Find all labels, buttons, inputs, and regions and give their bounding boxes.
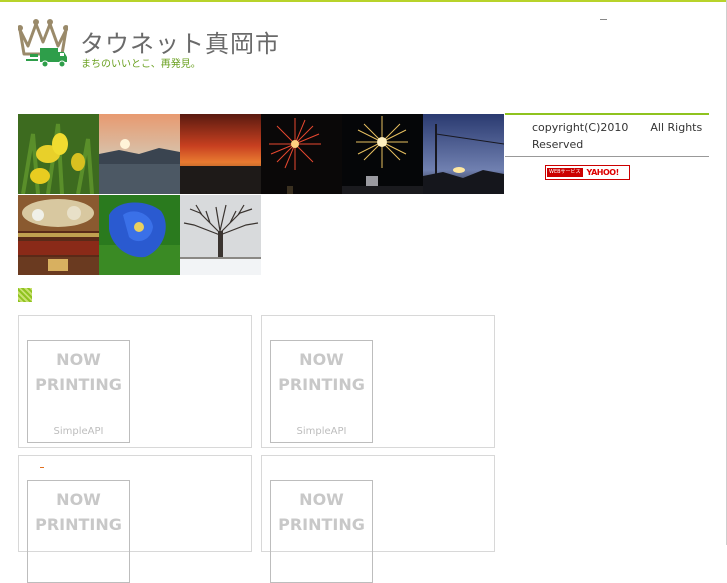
divider (40, 467, 44, 468)
all-rights-text: All Rights (650, 121, 703, 134)
sidebar-bottom-rule (505, 156, 709, 157)
printing-label: PRINTING (278, 515, 365, 534)
copyright-notice: copyright(C)2010 All Rights Reserved (505, 115, 709, 155)
now-label: NOW (299, 350, 344, 369)
printing-label: PRINTING (35, 515, 122, 534)
yahoo-webservice-badge[interactable]: WEBサービス YAHOO! (545, 165, 630, 180)
yahoo-logo: YAHOO! (586, 168, 620, 177)
simpleapi-caption: SimpleAPI (53, 426, 104, 437)
fireworks-gold-photo[interactable] (342, 114, 423, 194)
now-label: NOW (56, 490, 101, 509)
reserved-text: Reserved (532, 138, 584, 151)
section-square-icon (18, 288, 32, 302)
fireworks-red-photo[interactable] (261, 114, 342, 194)
site-title[interactable]: タウネット真岡市 (80, 24, 280, 59)
iris-flower-photo[interactable] (18, 114, 99, 194)
top-accent-line (0, 0, 727, 2)
product-card[interactable]: NOW PRINTING SimpleAPI (261, 315, 495, 448)
printing-label: PRINTING (35, 375, 122, 394)
now-printing-thumbnail[interactable]: NOW PRINTING (270, 480, 373, 583)
copyright-year: copyright(C)2010 (532, 121, 629, 134)
printing-label: PRINTING (278, 375, 365, 394)
right-sidebar: copyright(C)2010 All Rights Reserved WEBサ… (505, 113, 709, 180)
winter-tree-photo[interactable] (180, 195, 261, 275)
sunset-photo[interactable] (99, 114, 180, 194)
festival-float-photo[interactable] (18, 195, 99, 275)
now-printing-thumbnail[interactable]: NOW PRINTING (27, 480, 130, 583)
blue-poppy-photo[interactable] (99, 195, 180, 275)
site-tagline: まちのいいとこ、再発見。 (81, 59, 201, 70)
divider (600, 19, 607, 20)
now-printing-thumbnail[interactable]: NOW PRINTING SimpleAPI (27, 340, 130, 443)
product-card[interactable]: NOW PRINTING (261, 455, 495, 583)
product-card[interactable]: NOW PRINTING (18, 455, 252, 583)
crown-truck-logo[interactable] (17, 18, 69, 68)
simpleapi-caption: SimpleAPI (296, 426, 347, 437)
now-label: NOW (56, 350, 101, 369)
webservice-label: WEBサービス (547, 168, 583, 177)
now-label: NOW (299, 490, 344, 509)
red-sky-photo[interactable] (180, 114, 261, 194)
now-printing-thumbnail[interactable]: NOW PRINTING SimpleAPI (270, 340, 373, 443)
product-card[interactable]: NOW PRINTING SimpleAPI (18, 315, 252, 448)
dusk-pole-photo[interactable] (423, 114, 504, 194)
photo-gallery (18, 114, 508, 276)
